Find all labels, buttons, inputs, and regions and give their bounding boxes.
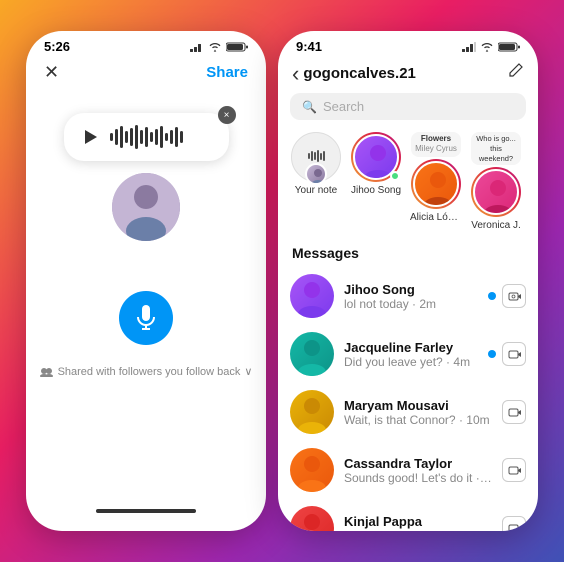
stories-row: Your note Jihoo Song [278,128,538,241]
pencil-icon [506,62,524,80]
message-list: Jihoo Song lol not today · 2m Jacqueline… [278,267,538,531]
right-battery-icon [498,42,520,52]
search-placeholder: Search [323,99,364,114]
camera-icon [508,523,521,531]
message-actions-jacqueline [488,342,526,366]
message-name: Cassandra Taylor [344,456,492,471]
right-header: ‹ gogoncalves.21 [278,58,538,93]
messages-section-header: Messages [278,241,538,267]
message-info-cassandra: Cassandra Taylor Sounds good! Let's do i… [344,456,492,485]
right-status-bar: 9:41 [278,31,538,58]
message-item[interactable]: Kinjal Pappa that's awesome! · 1h [278,499,538,531]
user-avatar [112,173,180,241]
wifi-icon [208,42,222,52]
right-wifi-icon [480,42,494,52]
message-preview: Sounds good! Let's do it · 45m [344,471,492,485]
audio-bubble: × [64,113,229,161]
camera-icon [508,349,521,359]
signal-icon [190,42,204,52]
search-icon: 🔍 [302,100,317,114]
story-label-your-note: Your note [290,185,342,196]
search-bar[interactable]: 🔍 Search [290,93,526,120]
message-preview: Did you leave yet? · 4m [344,355,478,369]
battery-icon [226,42,248,52]
message-name: Jacqueline Farley [344,340,478,355]
left-status-bar: 5:26 [26,31,266,58]
message-item[interactable]: Cassandra Taylor Sounds good! Let's do i… [278,441,538,499]
unread-dot [488,350,496,358]
back-button[interactable]: ‹ gogoncalves.21 [292,63,416,85]
message-avatar-cassandra [290,448,334,492]
header-username: gogoncalves.21 [303,65,416,82]
left-time: 5:26 [44,39,70,54]
waveform [110,123,183,151]
message-avatar-jihoo [290,274,334,318]
left-status-icons [190,42,248,52]
message-name: Kinjal Pappa [344,514,492,529]
left-home-indicator-area [26,501,266,519]
story-item-alicia[interactable]: Flowers Miley Cyrus Alicia López [410,132,462,231]
story-item-your-note[interactable]: Your note [290,132,342,231]
message-actions-kinjal [502,516,526,531]
message-item[interactable]: Jacqueline Farley Did you leave yet? · 4… [278,325,538,383]
camera-icon [508,407,521,417]
home-indicator [96,509,196,513]
story-label-jihoo: Jihoo Song [350,185,402,196]
camera-button[interactable] [502,342,526,366]
share-button[interactable]: Share [206,64,248,81]
message-preview: that's awesome! · 1h [344,529,492,531]
story-label-veronica: Veronica J. [470,220,522,231]
person-silhouette [112,173,180,241]
message-actions-maryam [502,400,526,424]
mic-icon [136,305,156,331]
camera-button[interactable] [502,400,526,424]
message-name: Maryam Mousavi [344,398,492,413]
story-item-veronica[interactable]: Who is go... this weekend? Veronica [470,132,522,231]
message-actions-cassandra [502,458,526,482]
left-header: ✕ Share [26,58,266,93]
message-info-maryam: Maryam Mousavi Wait, is that Connor? · 1… [344,398,492,427]
mic-button[interactable] [119,291,173,345]
unread-dot [488,292,496,300]
right-status-icons [462,42,520,52]
your-note-avatar [291,132,341,182]
message-avatar-maryam [290,390,334,434]
play-button[interactable] [80,126,102,148]
camera-button[interactable] [502,516,526,531]
right-signal-icon [462,42,476,52]
phones-container: 5:26 ✕ [26,31,538,531]
message-info-jacqueline: Jacqueline Farley Did you leave yet? · 4… [344,340,478,369]
play-triangle-icon [85,130,97,144]
followers-icon [40,367,54,377]
close-button[interactable]: ✕ [44,62,59,83]
message-avatar-kinjal [290,506,334,531]
message-item[interactable]: Jihoo Song lol not today · 2m [278,267,538,325]
shared-with-text: Shared with followers you follow back ∨ [30,365,263,378]
left-content: × [26,93,266,378]
story-item-jihoo[interactable]: Jihoo Song [350,132,402,231]
story-label-alicia: Alicia López [410,212,462,223]
message-avatar-jacqueline [290,332,334,376]
message-preview: Wait, is that Connor? · 10m [344,413,492,427]
online-indicator [390,171,400,181]
message-info-jihoo: Jihoo Song lol not today · 2m [344,282,478,311]
message-actions-jihoo [488,284,526,308]
left-phone: 5:26 ✕ [26,31,266,531]
camera-icon [508,291,521,301]
right-phone: 9:41 [278,31,538,531]
camera-button[interactable] [502,284,526,308]
right-time: 9:41 [296,39,322,54]
message-name: Jihoo Song [344,282,478,297]
close-audio-button[interactable]: × [218,106,236,124]
jihoo-avatar-ring [351,132,401,182]
camera-button[interactable] [502,458,526,482]
camera-icon [508,465,521,475]
message-item[interactable]: Maryam Mousavi Wait, is that Connor? · 1… [278,383,538,441]
message-info-kinjal: Kinjal Pappa that's awesome! · 1h [344,514,492,531]
edit-button[interactable] [506,62,524,85]
message-preview: lol not today · 2m [344,297,478,311]
